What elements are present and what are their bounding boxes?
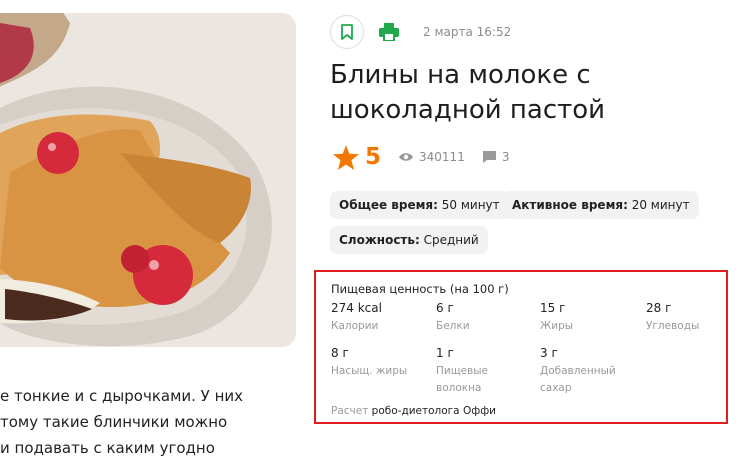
views-count: 340111 — [399, 150, 465, 164]
publish-date: 2 марта 16:52 — [423, 25, 512, 39]
star-icon — [333, 144, 359, 170]
nutrition-item-saturated-fat: 8 г Насыщ. жиры — [331, 345, 431, 380]
active-time-value: 20 минут — [627, 198, 690, 212]
nutrition-panel: Пищевая ценность (на 100 г) 274 kcal Кал… — [314, 270, 728, 424]
nutrition-label: Пищевые волокна — [436, 363, 536, 397]
nutrition-value: 1 г — [436, 346, 454, 360]
nutrition-item-carbs: 28 г Углеводы — [646, 300, 746, 335]
nutrition-label: Добавленный сахар — [540, 363, 640, 397]
eye-icon — [399, 153, 414, 161]
printer-icon — [379, 23, 399, 41]
nutrition-heading: Пищевая ценность (на 100 г) — [331, 282, 509, 296]
nutrition-value: 15 г — [540, 301, 566, 315]
nutrition-label: Калории — [331, 320, 379, 332]
recipe-stats: 5 340111 3 — [333, 144, 509, 170]
nutrition-item-calories: 274 kcal Калории — [331, 300, 431, 335]
nutrition-value: 274 kcal — [331, 301, 382, 315]
bookmark-button[interactable] — [330, 15, 364, 49]
calc-prefix: Расчет — [331, 405, 369, 417]
nutrition-item-protein: 6 г Белки — [436, 300, 536, 335]
nutrition-calculated-by: Расчет робо-диетолога Оффи — [331, 405, 496, 417]
difficulty-label: Сложность: — [339, 233, 420, 247]
total-time-value: 50 минут — [437, 198, 500, 212]
nutrition-label: Углеводы — [646, 320, 700, 332]
rating-value: 5 — [365, 144, 382, 170]
nutrition-label: Белки — [436, 320, 470, 332]
nutrition-label: Жиры — [540, 320, 574, 332]
nutrition-label-line: волокна — [436, 382, 482, 394]
nutrition-value: 28 г — [646, 301, 672, 315]
comment-icon — [482, 151, 496, 163]
print-button[interactable] — [375, 18, 403, 46]
recipe-intro: е тонкие и с дырочками. У них тому такие… — [0, 383, 300, 461]
nutrition-item-fat: 15 г Жиры — [540, 300, 640, 335]
recipe-toolbar: 2 марта 16:52 — [330, 13, 511, 51]
comments-link[interactable]: 3 — [482, 150, 510, 164]
nutrition-value: 3 г — [540, 346, 558, 360]
recipe-photo — [0, 13, 296, 347]
calc-author-link[interactable]: робо-диетолога Оффи — [372, 405, 496, 417]
difficulty-chip: Сложность: Средний — [330, 226, 488, 254]
bookmark-icon — [341, 24, 353, 40]
comments-value: 3 — [501, 150, 510, 164]
nutrition-label-line: сахар — [540, 382, 572, 394]
total-time-label: Общее время: — [339, 198, 438, 212]
nutrition-label-line: Добавленный — [540, 365, 616, 377]
nutrition-value: 8 г — [331, 346, 349, 360]
nutrition-label-line: Пищевые — [436, 365, 489, 377]
total-time-chip: Общее время: 50 минут — [330, 191, 509, 219]
nutrition-item-added-sugar: 3 г Добавленный сахар — [540, 345, 640, 397]
pancakes-image — [0, 13, 296, 347]
intro-line: и подавать с каким угодно — [0, 439, 215, 457]
difficulty-value: Средний — [419, 233, 479, 247]
nutrition-item-fiber: 1 г Пищевые волокна — [436, 345, 536, 397]
nutrition-value: 6 г — [436, 301, 454, 315]
intro-line: тому такие блинчики можно — [0, 413, 228, 431]
nutrition-label: Насыщ. жиры — [331, 365, 408, 377]
recipe-title: Блины на молоке с шоколадной пастой — [330, 60, 606, 125]
intro-line: е тонкие и с дырочками. У них — [0, 387, 244, 405]
active-time-chip: Активное время: 20 минут — [503, 191, 699, 219]
active-time-label: Активное время: — [512, 198, 628, 212]
views-value: 340111 — [419, 150, 465, 164]
